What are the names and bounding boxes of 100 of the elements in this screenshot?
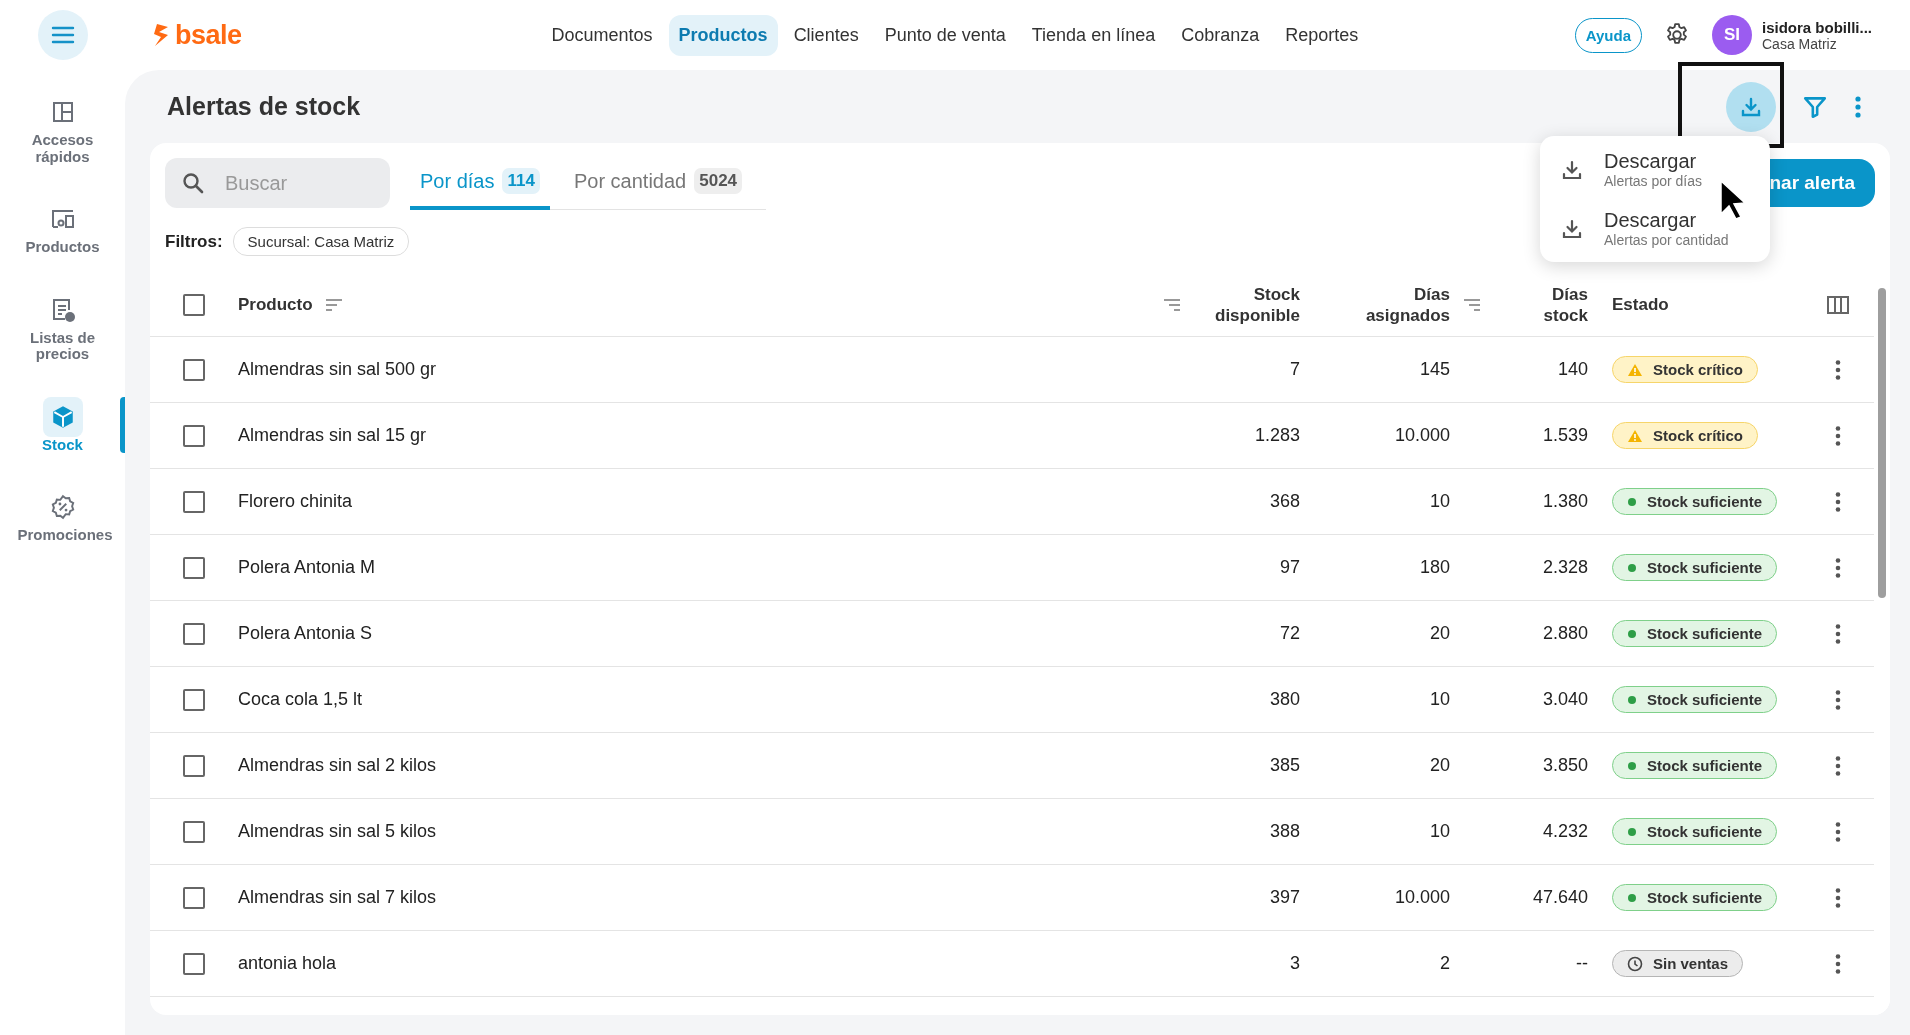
table-cell: 1.539 xyxy=(1542,425,1588,446)
count-badge: 114 xyxy=(502,168,540,195)
sort-icon[interactable] xyxy=(324,298,343,312)
column-header[interactable]: Producto xyxy=(238,295,313,315)
status-badge: Stock suficiente xyxy=(1612,752,1778,779)
more-icon[interactable] xyxy=(1834,952,1842,975)
table-cell: 145 xyxy=(1419,359,1450,380)
table-cell: 180 xyxy=(1419,557,1450,578)
more-icon[interactable] xyxy=(1854,94,1862,119)
status-badge: Sin ventas xyxy=(1612,950,1744,977)
product-name: Almendras sin sal 5 kilos xyxy=(238,821,437,842)
tab[interactable]: Por cantidad 5024 xyxy=(563,156,753,210)
nav-link[interactable]: Punto de venta xyxy=(874,14,1016,56)
more-icon[interactable] xyxy=(1834,424,1842,447)
table-cell: 140 xyxy=(1557,359,1588,380)
row-checkbox[interactable] xyxy=(183,490,205,513)
table-cell: 72 xyxy=(1279,623,1300,644)
row-checkbox[interactable] xyxy=(183,622,205,645)
row-checkbox[interactable] xyxy=(183,688,205,711)
menu-icon xyxy=(51,26,75,44)
status-badge: Stock suficiente xyxy=(1612,620,1778,647)
status-badge: Stock suficiente xyxy=(1612,554,1778,581)
search-field[interactable]: Buscar xyxy=(165,158,390,208)
nav-link[interactable]: Tienda en línea xyxy=(1021,14,1166,56)
filter-chip[interactable]: Sucursal: Casa Matriz xyxy=(232,227,410,256)
product-name: Coca cola 1,5 lt xyxy=(238,689,363,710)
nav-link[interactable]: Documentos xyxy=(541,14,663,56)
product-name: Florero chinita xyxy=(238,491,353,512)
devices-icon xyxy=(49,208,76,230)
nav-link[interactable]: Cobranza xyxy=(1171,14,1270,56)
table-cell: 4.232 xyxy=(1542,821,1588,842)
sidebar-item[interactable]: Accesos rápidos xyxy=(0,92,125,165)
column-header[interactable]: Estado xyxy=(1612,295,1669,315)
page-title: Alertas de stock xyxy=(167,92,361,121)
row-checkbox[interactable] xyxy=(183,820,205,843)
product-name: antonia hola xyxy=(238,953,337,974)
more-icon[interactable] xyxy=(1834,688,1842,711)
sidebar-item[interactable]: Productos xyxy=(0,199,125,256)
table-cell: 20 xyxy=(1429,623,1450,644)
more-icon[interactable] xyxy=(1834,490,1842,513)
row-checkbox[interactable] xyxy=(183,424,205,447)
sort-icon[interactable] xyxy=(1163,298,1181,312)
table-cell: 10.000 xyxy=(1394,425,1450,446)
sidebar-item[interactable]: Promociones xyxy=(0,487,125,544)
more-icon[interactable] xyxy=(1834,358,1842,381)
table-cell: 2.880 xyxy=(1542,623,1588,644)
discount-icon xyxy=(49,494,76,520)
row-checkbox[interactable] xyxy=(183,556,205,579)
more-icon[interactable] xyxy=(1834,622,1842,645)
table-cell: 10.000 xyxy=(1394,887,1450,908)
status-badge: Stock crítico xyxy=(1612,356,1759,383)
more-icon[interactable] xyxy=(1834,754,1842,777)
column-header[interactable]: Días asignados xyxy=(1360,283,1450,327)
product-name: Polera Antonia S xyxy=(238,623,373,644)
table-cell: 10 xyxy=(1429,821,1450,842)
table-cell: 97 xyxy=(1279,557,1300,578)
column-header[interactable]: Stock disponible xyxy=(1210,283,1300,327)
status-badge: Stock suficiente xyxy=(1612,818,1778,845)
row-checkbox[interactable] xyxy=(183,886,205,909)
table-cell: 1.380 xyxy=(1542,491,1588,512)
download-button[interactable] xyxy=(1726,81,1776,132)
table-cell: 368 xyxy=(1269,491,1300,512)
filters-label: Filtros: xyxy=(165,231,223,252)
table-cell: 385 xyxy=(1269,755,1300,776)
select-all-checkbox[interactable] xyxy=(183,294,205,316)
status-badge: Stock crítico xyxy=(1612,422,1759,449)
row-checkbox[interactable] xyxy=(183,358,205,381)
table-cell: -- xyxy=(1576,953,1588,974)
table-cell: 2.328 xyxy=(1542,557,1588,578)
user-avatar[interactable]: SI xyxy=(1712,15,1752,55)
table-cell: 10 xyxy=(1429,491,1450,512)
nav-link[interactable]: Clientes xyxy=(783,14,869,56)
product-name: Almendras sin sal 2 kilos xyxy=(238,755,437,776)
search-icon xyxy=(181,171,205,195)
table-cell: 388 xyxy=(1269,821,1300,842)
sort-icon[interactable] xyxy=(1463,298,1481,312)
product-name: Almendras sin sal 7 kilos xyxy=(238,887,437,908)
nav-link[interactable]: Reportes xyxy=(1275,14,1369,56)
status-badge: Stock suficiente xyxy=(1612,488,1778,515)
column-header[interactable]: Días stock xyxy=(1528,283,1588,327)
user-name: isidora bobilli... xyxy=(1762,18,1873,36)
table-cell: 380 xyxy=(1269,689,1300,710)
more-icon[interactable] xyxy=(1834,886,1842,909)
status-badge: Stock suficiente xyxy=(1612,686,1778,713)
columns-icon[interactable] xyxy=(1826,295,1850,315)
more-icon[interactable] xyxy=(1834,820,1842,843)
menu-button[interactable] xyxy=(38,10,88,60)
table-cell: 397 xyxy=(1269,887,1300,908)
table-cell: 7 xyxy=(1290,359,1300,380)
row-checkbox[interactable] xyxy=(183,754,205,777)
table-cell: 10 xyxy=(1429,689,1450,710)
nav-link[interactable]: Productos xyxy=(668,14,778,56)
row-checkbox[interactable] xyxy=(183,952,205,975)
table-cell: 47.640 xyxy=(1532,887,1588,908)
more-icon[interactable] xyxy=(1834,556,1842,579)
logo-text: bsale xyxy=(175,19,242,51)
user-branch: Casa Matriz xyxy=(1762,35,1838,52)
table-cell: 20 xyxy=(1429,755,1450,776)
status-badge: Stock suficiente xyxy=(1612,884,1778,911)
sidebar-item[interactable]: Listas de precios xyxy=(0,289,125,363)
